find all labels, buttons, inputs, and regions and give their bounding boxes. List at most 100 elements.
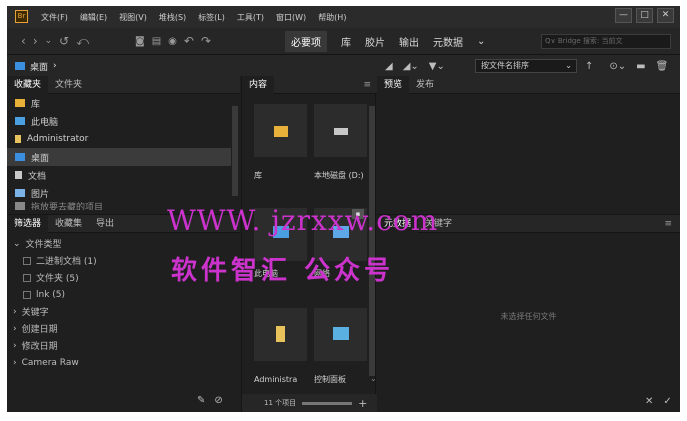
menu-window[interactable]: 窗口(W): [276, 12, 306, 23]
rotate-right-icon[interactable]: ↷: [201, 34, 211, 48]
favorite-desktop[interactable]: 桌面: [7, 148, 231, 166]
maximize-button[interactable]: □: [636, 8, 653, 23]
computer-icon: [15, 117, 25, 125]
filter-funnel-icon[interactable]: ▼⌄: [429, 61, 445, 72]
breadcrumb-desktop[interactable]: 桌面: [30, 60, 48, 73]
sort-dropdown[interactable]: 按文件名排序 ⌄: [475, 59, 577, 73]
workspace-output[interactable]: 输出: [399, 34, 419, 49]
favorite-label: 文档: [28, 171, 47, 182]
checkbox[interactable]: [23, 290, 31, 299]
new-folder-icon[interactable]: ▬: [636, 61, 645, 72]
preview-panel: 预览 发布: [377, 75, 680, 214]
forward-arrow-icon[interactable]: ›: [33, 34, 38, 48]
filter-section-keywords[interactable]: › 关键字: [13, 303, 233, 320]
breadcrumb-arrow-icon[interactable]: ›: [53, 61, 57, 71]
favorite-label: Administrator: [27, 134, 89, 144]
content-item-label: 本地磁盘 (D:): [314, 171, 364, 180]
menu-tools[interactable]: 工具(T): [237, 12, 264, 23]
recent-files-icon[interactable]: ⊙⌄: [609, 61, 626, 72]
close-button[interactable]: ✕: [657, 8, 674, 23]
rotate-left-icon[interactable]: ↶: [184, 34, 194, 48]
tab-favorites[interactable]: 收藏夹: [7, 75, 49, 94]
library-folder-icon: [274, 126, 288, 137]
checkbox[interactable]: [23, 273, 31, 282]
filter-panel: 筛选器 收藏集 导出 ⌄ 文件类型 二进制文档 (1) 文件夹 (5) lnk …: [7, 214, 240, 412]
panel-menu-icon[interactable]: ≡: [664, 219, 672, 229]
scroll-down-chevron-icon[interactable]: ⌄: [370, 374, 377, 383]
chevron-down-icon: ⌄: [13, 238, 21, 249]
chevron-right-icon: ›: [13, 306, 17, 317]
workspace-filmstrip[interactable]: 胶片: [365, 34, 385, 49]
favorite-documents[interactable]: 文档: [7, 166, 231, 184]
tab-filter[interactable]: 筛选器: [7, 214, 49, 233]
favorite-library[interactable]: 库: [7, 94, 231, 112]
content-item-disk[interactable]: 本地磁盘 (D:): [314, 104, 372, 181]
tab-export[interactable]: 导出: [89, 215, 121, 233]
menu-label[interactable]: 标签(L): [198, 12, 225, 23]
filter-footer: ✎ ⊘: [197, 395, 223, 406]
quality-icon[interactable]: ◢: [385, 61, 393, 72]
filter-section-date-created[interactable]: › 创建日期: [13, 320, 233, 337]
metadata-panel: 元数据 关键字 ≡ 未选择任何文件 ✕ ✓: [377, 214, 680, 412]
menu-stack[interactable]: 堆栈(S): [159, 12, 186, 23]
menu-help[interactable]: 帮助(H): [318, 12, 346, 23]
workspace-essentials[interactable]: 必要项: [285, 30, 327, 52]
tab-publish[interactable]: 发布: [409, 76, 441, 94]
favorites-scrollbar[interactable]: [232, 106, 238, 196]
favorites-tabs: 收藏夹 文件夹: [7, 75, 240, 94]
content-scrollbar[interactable]: [369, 106, 375, 376]
favorite-this-pc[interactable]: 此电脑: [7, 112, 231, 130]
panel-menu-icon[interactable]: ≡: [363, 80, 371, 90]
content-item-control-panel[interactable]: 控制面板: [314, 308, 372, 385]
favorite-label: 库: [31, 99, 41, 110]
workspace-more-chevron-icon[interactable]: ⌄: [477, 36, 485, 47]
toolbar: ‹ › ⌄ ↺ ⤺ ◙ ▤ ◉ ↶ ↷ 必要项 库 胶片 输出 元数据 ⌄ Q∨…: [7, 28, 680, 54]
window-controls: — □ ✕: [615, 8, 674, 23]
add-icon[interactable]: +: [358, 397, 367, 410]
menu-file[interactable]: 文件(F): [41, 12, 68, 23]
filter-option-label: 文件夹 (5): [36, 274, 79, 284]
filter-section-label: 文件类型: [25, 240, 62, 250]
metadata-empty-message: 未选择任何文件: [500, 312, 557, 321]
boomerang-icon[interactable]: ⤺: [76, 34, 89, 49]
tab-preview[interactable]: 预览: [377, 75, 410, 94]
menu-view[interactable]: 视图(V): [119, 12, 147, 23]
tab-folders[interactable]: 文件夹: [48, 76, 89, 94]
desktop-icon: [15, 62, 25, 70]
clear-filter-icon[interactable]: ⊘: [214, 395, 222, 406]
tab-collections[interactable]: 收藏集: [48, 215, 89, 233]
recent-icon[interactable]: ↺: [59, 34, 69, 48]
content-tabs: 内容 ≡: [242, 75, 377, 94]
content-item-administrator[interactable]: Administra: [254, 308, 312, 385]
menu-edit[interactable]: 编辑(E): [80, 12, 107, 23]
camera-icon[interactable]: ◙: [135, 36, 145, 47]
filter-section-date-modified[interactable]: › 修改日期: [13, 337, 233, 354]
favorites-list: 库 此电脑 Administrator 桌面 文档 图片 拖放要去藏的项目: [7, 94, 231, 210]
cancel-icon[interactable]: ✕: [645, 396, 653, 407]
refine-icon[interactable]: ▤: [152, 36, 161, 47]
sort-label: 按文件名排序: [481, 61, 529, 70]
tab-content[interactable]: 内容: [242, 75, 275, 94]
content-item-library[interactable]: 库: [254, 104, 312, 181]
checkbox[interactable]: [23, 256, 31, 265]
chevron-down-icon[interactable]: ⌄: [45, 36, 53, 46]
rating-filter-icon[interactable]: ◢⌄: [403, 61, 419, 72]
content-thumbnail: [314, 308, 367, 361]
workspace-libraries[interactable]: 库: [341, 34, 351, 49]
back-arrow-icon[interactable]: ‹: [21, 34, 26, 48]
sort-ascending-icon[interactable]: ↑: [585, 61, 593, 72]
apply-check-icon[interactable]: ✓: [663, 396, 671, 407]
workspace-metadata[interactable]: 元数据: [433, 34, 463, 49]
filter-section-camera-raw[interactable]: › Camera Raw: [13, 354, 233, 371]
minimize-button[interactable]: —: [615, 8, 632, 23]
favorite-pictures[interactable]: 图片: [7, 184, 231, 202]
document-icon: [15, 171, 22, 179]
favorite-administrator[interactable]: Administrator: [7, 130, 231, 148]
trash-icon[interactable]: 🗑: [656, 61, 669, 72]
filter-option-lnk[interactable]: lnk (5): [13, 286, 233, 303]
pin-icon[interactable]: ✎: [197, 395, 205, 406]
open-in-camera-raw-icon[interactable]: ◉: [168, 36, 177, 47]
search-input[interactable]: Q∨ Bridge 搜索: 当前文: [541, 34, 671, 49]
title-bar: Br 文件(F) 编辑(E) 视图(V) 堆栈(S) 标签(L) 工具(T) 窗…: [7, 6, 680, 28]
thumbnail-size-slider[interactable]: [302, 401, 353, 405]
